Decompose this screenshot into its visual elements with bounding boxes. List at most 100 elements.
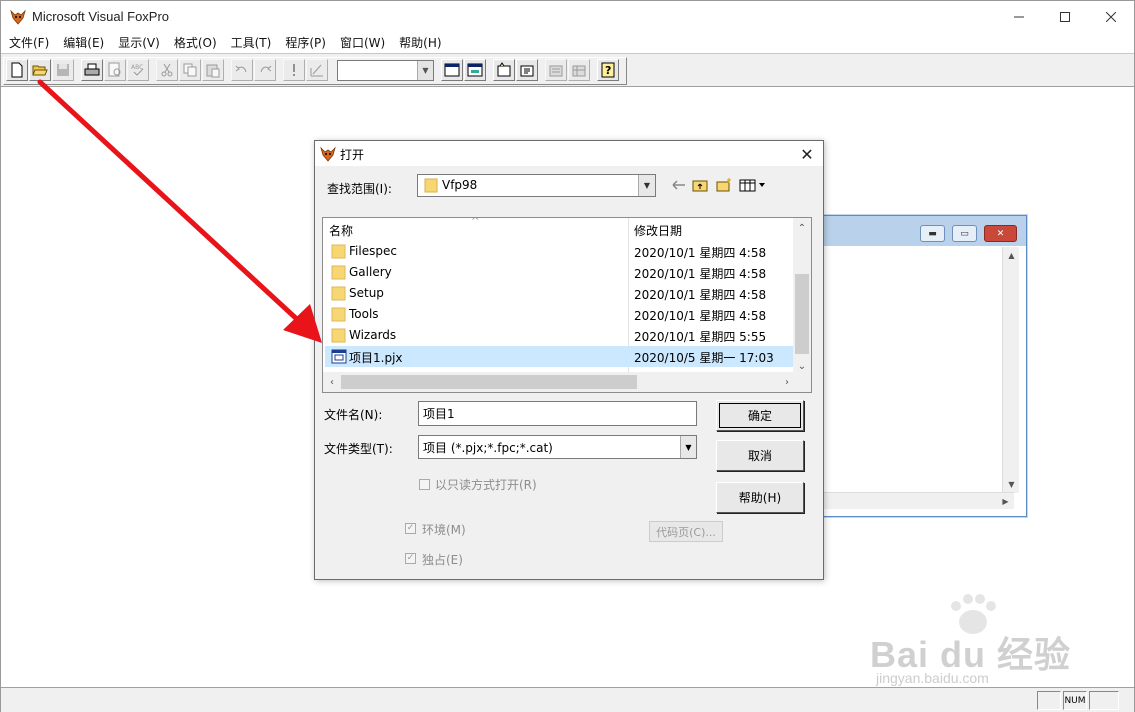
file-date: 2020/10/1 星期四 4:58 bbox=[634, 246, 767, 260]
print-preview-icon bbox=[108, 62, 121, 77]
copy-button[interactable] bbox=[179, 59, 201, 81]
look-in-combo[interactable]: Vfp98 ▼ bbox=[417, 174, 656, 197]
spelling-button[interactable]: ABC bbox=[127, 59, 149, 81]
scroll-right-icon[interactable]: ▶ bbox=[997, 493, 1014, 510]
database-button[interactable] bbox=[545, 59, 567, 81]
child-horizontal-scrollbar[interactable]: ▶ bbox=[824, 492, 1014, 509]
up-folder-icon bbox=[692, 180, 708, 192]
print-preview-button[interactable] bbox=[104, 59, 126, 81]
menu-program[interactable]: 程序(P) bbox=[281, 33, 330, 53]
chevron-down-icon[interactable]: ▼ bbox=[417, 61, 433, 80]
readonly-label: 以只读方式打开(R) bbox=[435, 478, 537, 492]
save-button[interactable] bbox=[52, 59, 74, 81]
cancel-button[interactable]: 取消 bbox=[716, 440, 804, 471]
file-list-vertical-scrollbar[interactable]: ⌃ ⌄ bbox=[793, 218, 811, 372]
file-row-filespec[interactable]: Filespec 2020/10/1 星期四 4:58 bbox=[325, 241, 793, 262]
child-close-button[interactable]: ✕ bbox=[984, 225, 1017, 242]
print-button[interactable] bbox=[81, 59, 103, 81]
close-icon bbox=[1106, 11, 1116, 22]
file-row-setup[interactable]: Setup 2020/10/1 星期四 4:58 bbox=[325, 283, 793, 304]
help-button-dialog[interactable]: 帮助(H) bbox=[716, 482, 804, 513]
filetype-select[interactable]: 项目 (*.pjx;*.fpc;*.cat) ▼ bbox=[418, 435, 697, 459]
save-icon bbox=[57, 64, 69, 76]
open-button[interactable] bbox=[29, 59, 51, 81]
folder-icon bbox=[331, 328, 346, 343]
scroll-right-icon[interactable]: › bbox=[779, 374, 795, 390]
scroll-thumb[interactable] bbox=[341, 375, 637, 389]
menu-edit[interactable]: 编辑(E) bbox=[59, 33, 108, 53]
file-name: 项目1.pjx bbox=[349, 351, 403, 365]
modify-form-button[interactable] bbox=[306, 59, 328, 81]
menu-view[interactable]: 显示(V) bbox=[114, 33, 164, 53]
filename-label: 文件名(N): bbox=[324, 408, 383, 422]
minimize-button[interactable] bbox=[996, 1, 1042, 32]
table-icon bbox=[572, 65, 586, 77]
file-row-gallery[interactable]: Gallery 2020/10/1 星期四 4:58 bbox=[325, 262, 793, 283]
scroll-down-icon[interactable]: ▼ bbox=[1003, 476, 1020, 493]
new-folder-button[interactable] bbox=[715, 176, 733, 194]
dialog-title-bar: 打开 ✕ bbox=[315, 141, 823, 166]
menu-tools[interactable]: 工具(T) bbox=[227, 33, 276, 53]
command-window-icon bbox=[444, 63, 460, 77]
run-button[interactable] bbox=[283, 59, 305, 81]
data-session-icon bbox=[467, 63, 483, 77]
table-button[interactable] bbox=[568, 59, 590, 81]
codepage-button[interactable]: 代码页(C)... bbox=[649, 521, 723, 542]
readonly-checkbox[interactable] bbox=[419, 479, 430, 490]
menu-help[interactable]: 帮助(H) bbox=[395, 33, 445, 53]
run-icon bbox=[293, 64, 295, 76]
menu-format[interactable]: 格式(O) bbox=[170, 33, 221, 53]
new-folder-icon bbox=[716, 178, 731, 192]
data-session-button[interactable] bbox=[464, 59, 486, 81]
view-menu-button[interactable] bbox=[738, 176, 768, 194]
environment-checkbox[interactable]: ✓ bbox=[405, 523, 416, 534]
column-header-date[interactable]: 修改日期 bbox=[634, 222, 682, 239]
exclusive-checkbox[interactable]: ✓ bbox=[405, 553, 416, 564]
paste-icon bbox=[206, 64, 220, 78]
ok-button[interactable]: 确定 bbox=[716, 400, 804, 431]
cut-button[interactable] bbox=[156, 59, 178, 81]
file-list-horizontal-scrollbar[interactable]: ‹ › bbox=[323, 372, 811, 392]
filetype-label: 文件类型(T): bbox=[324, 442, 393, 456]
file-list[interactable]: 名称 ^ 修改日期 Filespec 2020/10/1 星期四 4:58 Ga… bbox=[322, 217, 812, 393]
undo-button[interactable] bbox=[231, 59, 253, 81]
file-date: 2020/10/5 星期一 17:03 bbox=[634, 351, 774, 365]
child-restore-button[interactable]: ▭ bbox=[952, 225, 977, 242]
up-folder-button[interactable] bbox=[691, 176, 709, 194]
scroll-thumb[interactable] bbox=[795, 274, 809, 354]
file-row-project[interactable]: 项目1.pjx 2020/10/5 星期一 17:03 bbox=[325, 346, 793, 367]
scroll-up-icon[interactable]: ⌃ bbox=[794, 220, 810, 236]
child-vertical-scrollbar[interactable]: ▲ ▼ bbox=[1002, 247, 1019, 493]
file-row-tools[interactable]: Tools 2020/10/1 星期四 4:58 bbox=[325, 304, 793, 325]
database-icon bbox=[549, 65, 563, 77]
column-header-name[interactable]: 名称 bbox=[329, 222, 353, 239]
close-button[interactable] bbox=[1088, 1, 1134, 32]
file-date: 2020/10/1 星期四 5:55 bbox=[634, 330, 767, 344]
window-title: Microsoft Visual FoxPro bbox=[32, 9, 170, 24]
back-button[interactable] bbox=[670, 176, 688, 194]
file-row-wizards[interactable]: Wizards 2020/10/1 星期四 5:55 bbox=[325, 325, 793, 346]
view-menu-icon bbox=[739, 179, 765, 192]
new-file-button[interactable] bbox=[6, 59, 28, 81]
redo-button[interactable] bbox=[254, 59, 276, 81]
help-button[interactable]: ? bbox=[597, 59, 619, 81]
svg-text:?: ? bbox=[605, 64, 611, 77]
maximize-button[interactable] bbox=[1042, 1, 1088, 32]
form-designer-button[interactable] bbox=[493, 59, 515, 81]
command-window-button[interactable] bbox=[441, 59, 463, 81]
folder-icon bbox=[331, 265, 346, 280]
scroll-left-icon[interactable]: ‹ bbox=[324, 374, 340, 390]
spelling-icon: ABC bbox=[131, 64, 144, 76]
file-name: Filespec bbox=[349, 244, 397, 258]
chevron-down-icon[interactable]: ▼ bbox=[638, 175, 655, 196]
filename-input[interactable]: 项目1 bbox=[418, 401, 697, 426]
toolbar-combo[interactable]: ▼ bbox=[337, 60, 434, 81]
scroll-up-icon[interactable]: ▲ bbox=[1003, 247, 1020, 264]
paste-button[interactable] bbox=[202, 59, 224, 81]
report-button[interactable] bbox=[516, 59, 538, 81]
menu-file[interactable]: 文件(F) bbox=[5, 33, 53, 53]
child-minimize-button[interactable]: ▬ bbox=[920, 225, 945, 242]
chevron-down-icon[interactable]: ▼ bbox=[680, 436, 696, 458]
dialog-close-button[interactable]: ✕ bbox=[797, 144, 817, 164]
menu-window[interactable]: 窗口(W) bbox=[336, 33, 389, 53]
